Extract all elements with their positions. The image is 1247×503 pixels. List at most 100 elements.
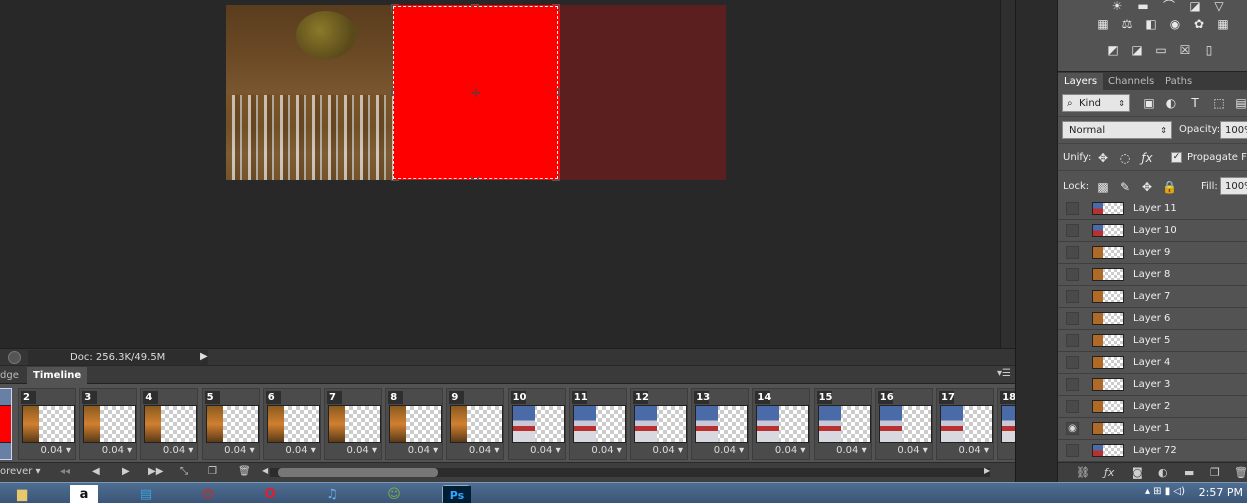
hue-saturation-icon[interactable]: ▦ xyxy=(1096,18,1110,30)
visibility-eye-icon[interactable] xyxy=(1066,400,1079,413)
frame-delay-select[interactable]: 0.04 ▾ xyxy=(386,445,444,456)
brightness-icon[interactable]: ☀ xyxy=(1110,0,1124,12)
tab-paths[interactable]: Paths xyxy=(1159,73,1198,91)
taskbar-app-button[interactable]: ☺ xyxy=(380,485,408,503)
filter-shape-icon[interactable]: ⬚ xyxy=(1212,97,1226,109)
selective-color-icon[interactable]: ▯ xyxy=(1202,44,1216,56)
previous-frame-icon[interactable]: ◀ xyxy=(92,466,100,477)
status-menu-arrow-icon[interactable]: ▶ xyxy=(200,351,208,362)
channel-mixer-icon[interactable]: ✿ xyxy=(1192,18,1206,30)
layer-row[interactable]: Layer 4 xyxy=(1058,352,1247,374)
frame-delay-select[interactable]: 0.04 ▾ xyxy=(325,445,383,456)
frame-delay-select[interactable]: 0.04 ▾ xyxy=(753,445,811,456)
invert-icon[interactable]: ◩ xyxy=(1106,44,1120,56)
canvas-vertical-scrollbar[interactable] xyxy=(1000,0,1015,348)
layer-row[interactable]: Layer 8 xyxy=(1058,264,1247,286)
curves-icon[interactable]: ⌒ xyxy=(1162,0,1176,12)
timeline-frame[interactable]: 11 0.04 ▾ xyxy=(568,388,628,460)
layer-style-icon[interactable]: ƒx xyxy=(1104,466,1114,479)
visibility-eye-icon[interactable] xyxy=(1066,334,1079,347)
layer-row[interactable]: ◉ Layer 1 xyxy=(1058,418,1247,440)
frame-delay-select[interactable]: 0.04 ▾ xyxy=(876,445,934,456)
black-white-icon[interactable]: ◧ xyxy=(1144,18,1158,30)
color-balance-icon[interactable]: ⚖ xyxy=(1120,18,1134,30)
new-layer-icon[interactable]: ❐ xyxy=(1210,466,1220,479)
frame-delay-select[interactable]: 0.04 ▾ xyxy=(570,445,628,456)
scroll-right-icon[interactable]: ▶ xyxy=(984,466,990,475)
tween-icon[interactable]: ⤡ xyxy=(180,466,188,477)
scrollbar-thumb[interactable] xyxy=(278,468,438,477)
timeline-frame[interactable]: 13 0.04 ▾ xyxy=(691,388,750,460)
lock-all-icon[interactable]: 🔒 xyxy=(1162,181,1177,193)
timeline-frame[interactable]: 3 0.04 ▾ xyxy=(79,388,138,460)
duplicate-frame-icon[interactable]: ❐ xyxy=(208,466,217,477)
timeline-frame[interactable]: 12 0.04 ▾ xyxy=(630,388,688,460)
timeline-frame[interactable]: 6 0.04 ▾ xyxy=(262,388,322,460)
filter-pixel-icon[interactable]: ▣ xyxy=(1142,97,1156,109)
layer-row[interactable]: Layer 72 xyxy=(1058,440,1247,462)
panel-menu-icon[interactable]: ▾☰ xyxy=(997,368,1011,379)
transform-handle-bottom[interactable] xyxy=(471,176,479,180)
timeline-frame[interactable]: 8 0.04 ▾ xyxy=(385,388,444,460)
transform-handle-bottom-right[interactable] xyxy=(552,173,560,181)
visibility-eye-icon[interactable]: ◉ xyxy=(1066,422,1079,435)
transform-handle-top[interactable] xyxy=(471,4,479,8)
frame-delay-select[interactable]: 0.04 ▾ xyxy=(141,445,199,456)
visibility-eye-icon[interactable] xyxy=(1066,202,1079,215)
lock-transparency-icon[interactable]: ▩ xyxy=(1096,181,1110,193)
exposure-icon[interactable]: ◪ xyxy=(1188,0,1202,12)
frame-delay-select[interactable]: 0.04 ▾ xyxy=(203,445,261,456)
frame-delay-select[interactable]: 0.04 ▾ xyxy=(80,445,138,456)
filter-smart-object-icon[interactable]: ▤ xyxy=(1234,97,1247,109)
timeline-frame[interactable]: 2 0.04 ▾ xyxy=(18,388,76,460)
frame-delay-select[interactable]: 0.04 ▾ xyxy=(937,445,995,456)
visibility-eye-icon[interactable] xyxy=(1066,378,1079,391)
first-frame-icon[interactable]: ◂◂ xyxy=(60,466,70,477)
layer-row[interactable]: Layer 10 xyxy=(1058,220,1247,242)
visibility-eye-icon[interactable] xyxy=(1066,290,1079,303)
transform-handle-bottom-left[interactable] xyxy=(391,173,399,181)
transform-handle-top-right[interactable] xyxy=(552,4,560,12)
levels-icon[interactable]: ▬ xyxy=(1136,0,1150,12)
timeline-frame[interactable] xyxy=(0,388,12,460)
taskbar-app-button[interactable]: ▤ xyxy=(132,485,160,503)
timeline-horizontal-scrollbar[interactable] xyxy=(270,468,990,477)
propagate-frame-checkbox[interactable]: ✓ xyxy=(1171,152,1182,163)
tab-channels[interactable]: Channels xyxy=(1102,73,1160,91)
frame-delay-select[interactable]: 0.04 ▾ xyxy=(815,445,873,456)
timeline-frame[interactable]: 5 0.04 ▾ xyxy=(201,388,261,460)
frame-delay-select[interactable]: 0.04 ▾ xyxy=(19,445,77,456)
system-tray[interactable]: ▴ ⊞ ▮ ◁) xyxy=(1145,486,1185,497)
tab-edge[interactable]: dge xyxy=(0,367,25,384)
layer-row[interactable]: Layer 3 xyxy=(1058,374,1247,396)
trash-icon[interactable]: 🗑 xyxy=(238,466,251,477)
taskbar-app-button[interactable]: ⏻ xyxy=(194,485,222,503)
tab-layers[interactable]: Layers xyxy=(1058,73,1104,91)
visibility-eye-icon[interactable] xyxy=(1066,312,1079,325)
scroll-left-icon[interactable]: ◀ xyxy=(262,466,268,475)
opacity-input[interactable]: 100% xyxy=(1220,121,1247,139)
timeline-frame[interactable]: 9 0.04 ▾ xyxy=(446,388,505,460)
timeline-frame[interactable]: 7 0.04 ▾ xyxy=(324,388,382,460)
next-frame-icon[interactable]: ▶▶ xyxy=(148,466,163,477)
filter-kind-select[interactable]: ⌕ Kind ⇕ xyxy=(1062,94,1130,112)
loop-options-select[interactable]: orever ▾ xyxy=(0,466,41,477)
timeline-frame[interactable]: 17 0.04 ▾ xyxy=(936,388,994,460)
frame-delay-select[interactable]: 0.04 ▾ xyxy=(264,445,322,456)
layer-row[interactable]: Layer 5 xyxy=(1058,330,1247,352)
unify-position-icon[interactable]: ✥ xyxy=(1096,152,1110,164)
timeline-frame[interactable]: 16 0.04 ▾ xyxy=(874,388,934,460)
lock-position-icon[interactable]: ✥ xyxy=(1140,181,1154,193)
frame-delay-select[interactable]: 0.04 ▾ xyxy=(631,445,689,456)
filter-adjustment-icon[interactable]: ◐ xyxy=(1164,97,1178,109)
link-layers-icon[interactable]: ⛓ xyxy=(1076,466,1090,479)
unify-visibility-icon[interactable]: ◌ xyxy=(1118,152,1132,164)
filter-type-icon[interactable]: T xyxy=(1188,97,1202,109)
timeline-frame[interactable]: 10 0.04 ▾ xyxy=(507,388,566,460)
timeline-frame[interactable]: 4 0.04 ▾ xyxy=(140,388,199,460)
timeline-frame[interactable]: 14 0.04 ▾ xyxy=(752,388,811,460)
color-lookup-icon[interactable]: ▦ xyxy=(1216,18,1230,30)
frame-delay-select[interactable]: 0.04 ▾ xyxy=(447,445,505,456)
visibility-eye-icon[interactable] xyxy=(1066,356,1079,369)
new-group-icon[interactable]: ▬ xyxy=(1184,466,1194,479)
